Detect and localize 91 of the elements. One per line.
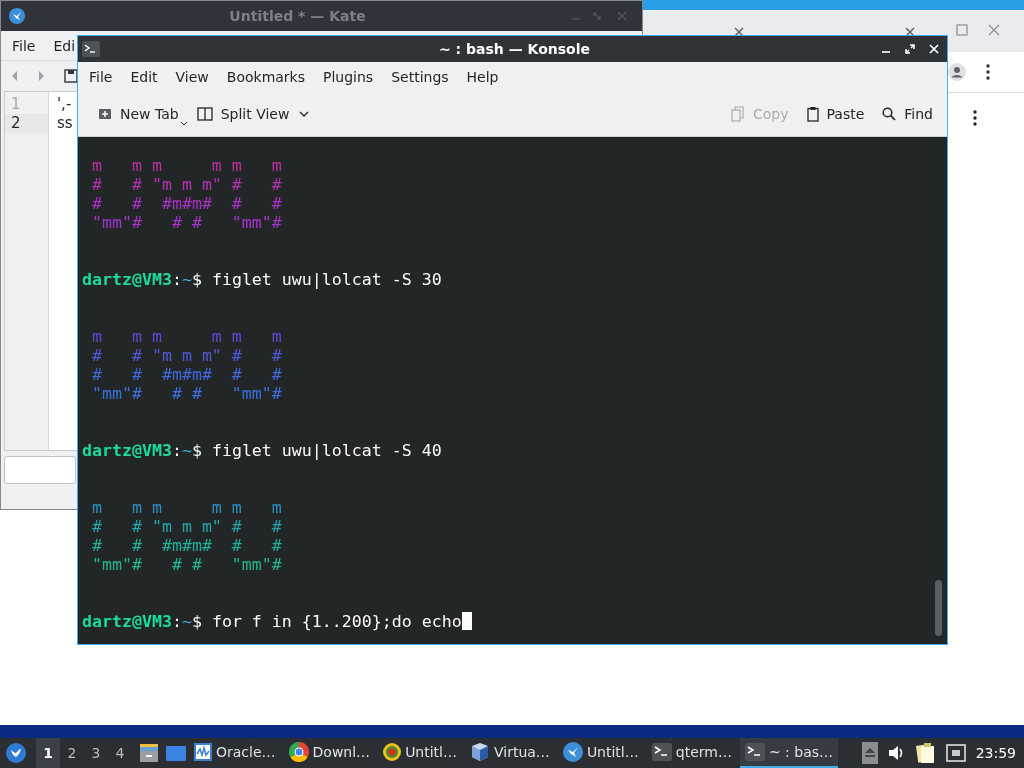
prompt-separator: : [171, 270, 182, 289]
terminal-icon [82, 41, 100, 57]
line-number: 1 [10, 95, 22, 114]
start-menu-icon[interactable] [6, 743, 26, 763]
workspace-button[interactable]: 3 [84, 745, 108, 761]
ascii-art-line: # # "m m m" # # [91, 175, 283, 194]
taskbar-task[interactable]: qterm… [646, 738, 737, 768]
menu-item[interactable]: File [80, 69, 122, 85]
ascii-art-line: # # #m#m# # # [91, 536, 283, 555]
ascii-art-line: # # "m m m" # # [91, 346, 283, 365]
save-icon[interactable] [64, 69, 78, 83]
terminal-icon [744, 743, 765, 761]
prompt-symbol: $ [191, 612, 202, 631]
eject-icon[interactable] [861, 742, 878, 764]
menu-item[interactable]: View [166, 69, 218, 85]
prompt-separator: : [171, 612, 182, 631]
prompt-path: ~ [181, 441, 192, 460]
ascii-art-line: "mm"# # # "mm"# [91, 555, 283, 574]
clipboard-icon [806, 106, 819, 122]
prompt-path: ~ [181, 612, 192, 631]
ascii-art-line: m m m m m m [91, 498, 283, 517]
app-icon [562, 742, 583, 762]
close-icon[interactable] [734, 27, 744, 37]
ascii-art-line: # # #m#m# # # [91, 365, 283, 384]
menu-item[interactable]: Edit [121, 69, 167, 85]
menu-item[interactable]: Edi [53, 37, 76, 54]
prompt-symbol: $ [191, 270, 202, 289]
network-icon[interactable] [945, 744, 966, 762]
prompt-symbol: $ [191, 441, 202, 460]
workspace-button[interactable]: 2 [60, 745, 84, 761]
toolbar-button[interactable]: Paste [800, 102, 871, 126]
ascii-art-line: m m m m m m [91, 327, 283, 346]
prompt-user: dartz@VM3 [82, 441, 172, 460]
monitor-icon [194, 743, 212, 761]
cube-icon [470, 742, 490, 762]
ascii-art-line: "mm"# # # "mm"# [91, 384, 283, 403]
scrollbar-thumb[interactable] [935, 580, 942, 636]
taskbar-task[interactable]: Untitl… [557, 738, 644, 768]
command-text: for f in {1..200};do echo [211, 612, 462, 631]
prompt-path: ~ [181, 270, 192, 289]
caret-icon [299, 111, 310, 117]
code-line: ',- [57, 95, 73, 114]
menu-item[interactable]: Bookmarks [217, 69, 314, 85]
window-icon[interactable] [166, 745, 186, 761]
taskbar-task[interactable]: ~ : bas… [739, 738, 838, 768]
close-icon[interactable] [927, 44, 941, 54]
menu-item[interactable]: File [12, 37, 36, 54]
taskbar-task[interactable]: Downl… [283, 738, 376, 768]
prompt-separator: : [171, 441, 182, 460]
toolbar-button[interactable]: Split View [190, 102, 316, 126]
notes-icon[interactable] [915, 742, 936, 764]
toolbar-button[interactable]: Find [876, 102, 939, 126]
text-cursor [461, 612, 472, 630]
clock: 23:59 [975, 745, 1016, 761]
file-cabinet-icon[interactable] [139, 744, 159, 762]
ascii-art-line: m m m m m m [91, 156, 283, 175]
ascii-art-line: "mm"# # # "mm"# [91, 213, 283, 232]
toolbar-button[interactable]: New Tab [92, 102, 185, 126]
line-number: 2 [5, 114, 48, 133]
prompt-user: dartz@VM3 [82, 270, 172, 289]
taskbar-task[interactable]: Virtua… [465, 738, 555, 768]
search-icon [882, 107, 897, 121]
command-text: figlet uwu|lolcat -S 40 [211, 441, 442, 460]
window-title: ~ : bash — Konsole [438, 41, 591, 57]
ascii-art-line: # # "m m m" # # [91, 517, 283, 536]
taskbar-task[interactable]: Oracle… [189, 738, 281, 768]
app-icon [9, 8, 25, 24]
workspace-button[interactable]: 1 [36, 738, 60, 768]
command-text: figlet uwu|lolcat -S 30 [211, 270, 442, 289]
browser-icon [288, 742, 309, 762]
ascii-art-line: # # #m#m# # # [91, 194, 283, 213]
window-title: Untitled * — Kate [228, 8, 367, 24]
menu-item[interactable]: Plugins [314, 69, 383, 85]
copy-icon [731, 106, 745, 122]
terminal-icon [651, 743, 672, 761]
new-tab-icon [98, 107, 112, 121]
menu-item[interactable]: Help [457, 69, 508, 85]
avatar-icon[interactable] [948, 63, 966, 81]
target-icon [383, 743, 402, 761]
caret-icon [180, 122, 187, 126]
prompt-user: dartz@VM3 [82, 612, 172, 631]
more-icon[interactable] [986, 64, 990, 80]
more-icon[interactable] [973, 110, 977, 126]
input-field[interactable] [4, 456, 76, 484]
workspace-button[interactable]: 4 [108, 745, 132, 761]
taskbar-task[interactable]: Untitl… [378, 738, 462, 768]
restore-icon[interactable] [903, 44, 917, 54]
menu-item[interactable]: Settings [382, 69, 458, 85]
close-icon[interactable] [905, 27, 915, 37]
code-line: ss [57, 114, 73, 133]
split-view-icon [196, 107, 213, 121]
